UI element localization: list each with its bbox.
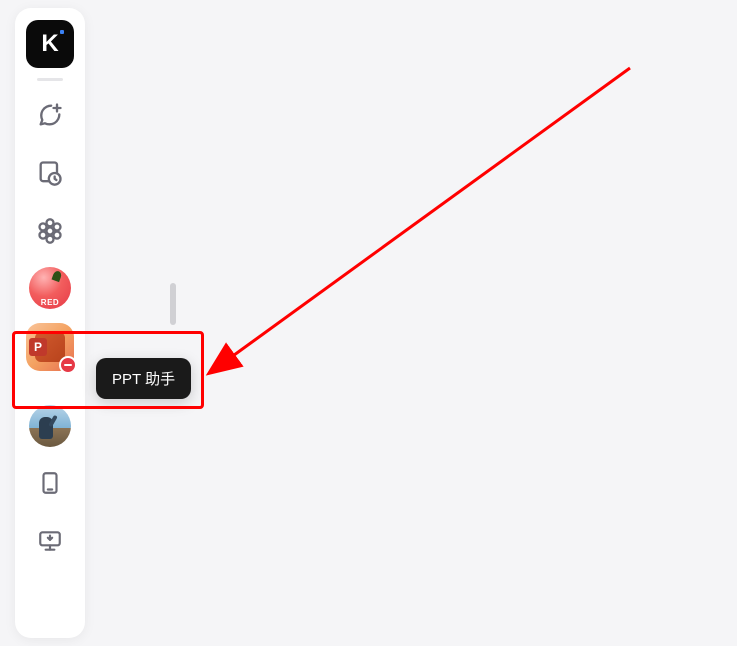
app-logo[interactable]: K [26, 20, 74, 68]
ppt-letter: P [29, 338, 47, 356]
tooltip-label: PPT 助手 [112, 371, 175, 388]
mini-scrollbar[interactable] [170, 283, 176, 325]
sidebar-item-user-avatar[interactable] [29, 405, 71, 447]
monitor-download-icon [37, 528, 63, 554]
document-clock-icon [36, 159, 64, 187]
annotation-arrow [200, 58, 650, 378]
flower-icon [36, 217, 64, 245]
history-button[interactable] [28, 151, 72, 195]
remove-badge-icon[interactable] [59, 356, 77, 374]
red-avatar-label: RED [41, 298, 59, 307]
sidebar: K RED P [15, 8, 85, 638]
tablet-icon [37, 470, 63, 496]
ppt-tooltip: PPT 助手 [96, 358, 191, 399]
sidebar-item-ppt[interactable]: P [26, 323, 74, 371]
new-chat-button[interactable] [28, 93, 72, 137]
sidebar-item-red[interactable]: RED [29, 267, 71, 309]
download-button[interactable] [28, 519, 72, 563]
apps-button[interactable] [28, 209, 72, 253]
mobile-button[interactable] [28, 461, 72, 505]
chat-plus-icon [36, 101, 64, 129]
ppt-icon: P [35, 332, 65, 362]
app-logo-letter: K [41, 30, 58, 58]
sidebar-divider [37, 78, 63, 81]
